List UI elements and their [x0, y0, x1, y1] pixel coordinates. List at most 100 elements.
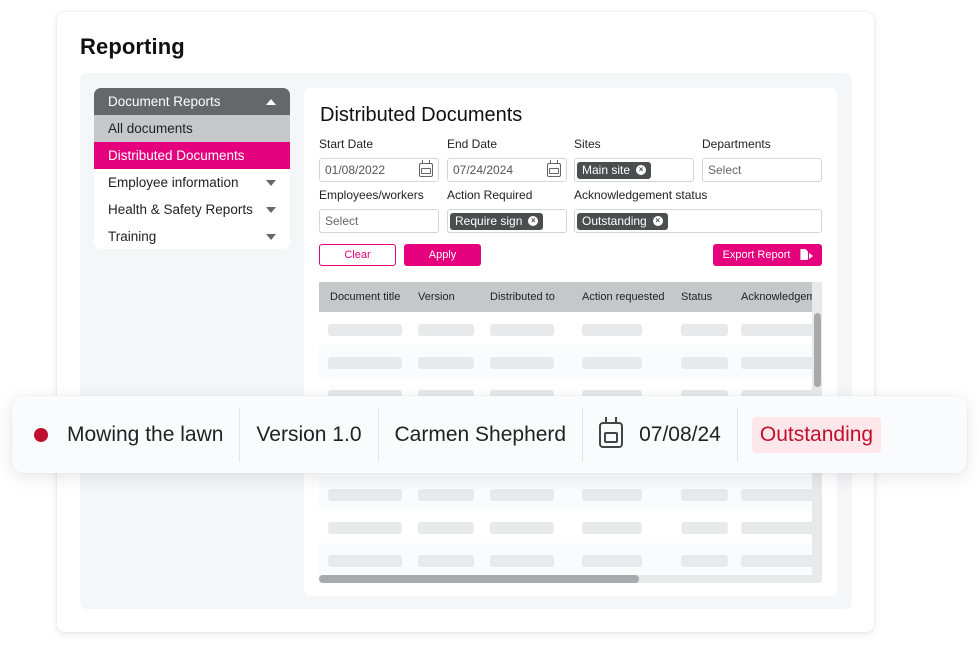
export-report-button[interactable]: Export Report: [713, 244, 822, 266]
skeleton-cell: [582, 555, 642, 567]
sites-chip: Main site ×: [577, 161, 652, 179]
employees-placeholder: Select: [325, 214, 359, 228]
table-header: Document title Version Distributed to Ac…: [319, 282, 816, 312]
employees-select[interactable]: Select: [319, 209, 439, 233]
departments-label: Departments: [702, 137, 771, 151]
end-date-label: End Date: [447, 137, 498, 151]
skeleton-cell: [490, 522, 554, 534]
skeleton-cell: [328, 555, 402, 567]
sidebar-item-employee-information[interactable]: Employee information: [94, 169, 290, 196]
sidebar-group-document-reports[interactable]: Document Reports: [94, 88, 290, 115]
ack-status-select[interactable]: Outstanding ×: [574, 209, 822, 233]
distribution-date-cell: 07/08/24: [583, 408, 737, 462]
column-header-distributed-to[interactable]: Distributed to: [490, 291, 555, 303]
skeleton-cell: [741, 555, 812, 567]
divider: [736, 407, 738, 462]
sites-select[interactable]: Main site ×: [574, 158, 694, 182]
sidebar-item-label: Training: [108, 229, 157, 244]
horizontal-scroll-thumb[interactable]: [319, 575, 639, 583]
sidebar-item-all-documents[interactable]: All documents: [94, 115, 290, 142]
skeleton-cell: [490, 489, 554, 501]
skeleton-cell: [741, 522, 812, 534]
skeleton-cell: [582, 357, 642, 369]
start-date-field: Start Date 01/08/2022: [319, 137, 439, 182]
end-date-value: 07/24/2024: [453, 163, 514, 177]
calendar-icon: [599, 416, 624, 448]
skeleton-cell: [741, 489, 812, 501]
document-title: Mowing the lawn: [67, 422, 224, 446]
skeleton-cell: [418, 555, 474, 567]
report-sidebar: Document Reports All documents Distribut…: [94, 88, 290, 249]
chip-label: Main site: [582, 163, 631, 177]
content-title: Distributed Documents: [320, 104, 523, 126]
skeleton-cell: [741, 324, 812, 336]
table-row[interactable]: [319, 510, 812, 543]
table-row[interactable]: [319, 477, 812, 510]
calendar-icon[interactable]: [419, 160, 433, 177]
skeleton-cell: [328, 324, 402, 336]
employees-label: Employees/workers: [319, 188, 424, 202]
page-title: Reporting: [80, 34, 185, 59]
skeleton-cell: [328, 522, 402, 534]
end-date-input[interactable]: 07/24/2024: [447, 158, 567, 182]
skeleton-cell: [418, 324, 474, 336]
column-header-status[interactable]: Status: [681, 291, 712, 303]
skeleton-cell: [418, 489, 474, 501]
skeleton-cell: [582, 522, 642, 534]
status-badge: Outstanding: [751, 416, 882, 453]
calendar-icon[interactable]: [547, 160, 561, 177]
table-row[interactable]: [319, 345, 812, 378]
column-header-document-title[interactable]: Document title: [330, 291, 400, 303]
sidebar-item-label: All documents: [108, 121, 193, 136]
distributed-documents-panel: Distributed Documents Start Date 01/08/2…: [304, 88, 837, 596]
column-header-version[interactable]: Version: [418, 291, 455, 303]
distributed-to: Carmen Shepherd: [394, 422, 567, 446]
clear-button[interactable]: Clear: [319, 244, 396, 266]
skeleton-cell: [418, 357, 474, 369]
departments-select[interactable]: Select: [702, 158, 822, 182]
skeleton-cell: [490, 324, 554, 336]
action-required-select[interactable]: Require sign ×: [447, 209, 567, 233]
sidebar-item-label: Health & Safety Reports: [108, 202, 253, 217]
remove-chip-icon[interactable]: ×: [528, 216, 539, 226]
skeleton-cell: [741, 357, 812, 369]
remove-chip-icon[interactable]: ×: [636, 165, 647, 175]
chip-label: Require sign: [455, 214, 523, 228]
employees-field: Employees/workers Select: [319, 188, 439, 233]
skeleton-cell: [418, 522, 474, 534]
sidebar-item-distributed-documents[interactable]: Distributed Documents: [94, 142, 290, 169]
sidebar-item-health-safety-reports[interactable]: Health & Safety Reports: [94, 196, 290, 223]
skeleton-cell: [582, 324, 642, 336]
report-panel: Document Reports All documents Distribut…: [80, 73, 852, 609]
departments-placeholder: Select: [708, 163, 742, 177]
sidebar-group-label: Document Reports: [108, 94, 221, 109]
ack-status-label: Acknowledgement status: [574, 188, 708, 202]
chip-label: Outstanding: [582, 214, 647, 228]
skeleton-cell: [328, 357, 402, 369]
start-date-input[interactable]: 01/08/2022: [319, 158, 439, 182]
action-required-chip: Require sign ×: [450, 212, 544, 230]
start-date-label: Start Date: [319, 137, 374, 151]
chevron-down-icon: [266, 233, 276, 240]
highlighted-document-row[interactable]: Mowing the lawn Version 1.0 Carmen Sheph…: [12, 396, 967, 473]
vertical-scroll-thumb[interactable]: [814, 313, 821, 387]
column-header-acknowledgement[interactable]: Acknowledgem: [741, 291, 816, 303]
skeleton-cell: [490, 555, 554, 567]
distribution-date: 07/08/24: [639, 422, 721, 446]
sites-field: Sites Main site ×: [574, 137, 694, 182]
table-row[interactable]: [319, 543, 812, 575]
skeleton-cell: [490, 357, 554, 369]
remove-chip-icon[interactable]: ×: [652, 216, 663, 226]
apply-button[interactable]: Apply: [404, 244, 481, 266]
status-dot-icon: [34, 427, 48, 442]
export-report-label: Export Report: [722, 249, 791, 261]
column-header-action-requested[interactable]: Action requested: [582, 291, 665, 303]
sidebar-item-training[interactable]: Training: [94, 223, 290, 249]
chevron-up-icon: [266, 98, 276, 105]
table-row[interactable]: [319, 312, 812, 345]
reporting-window: Reporting Document Reports All documents…: [57, 12, 874, 632]
skeleton-cell: [328, 489, 402, 501]
chevron-down-icon: [266, 179, 276, 186]
chevron-down-icon: [266, 206, 276, 213]
skeleton-cell: [681, 324, 728, 336]
